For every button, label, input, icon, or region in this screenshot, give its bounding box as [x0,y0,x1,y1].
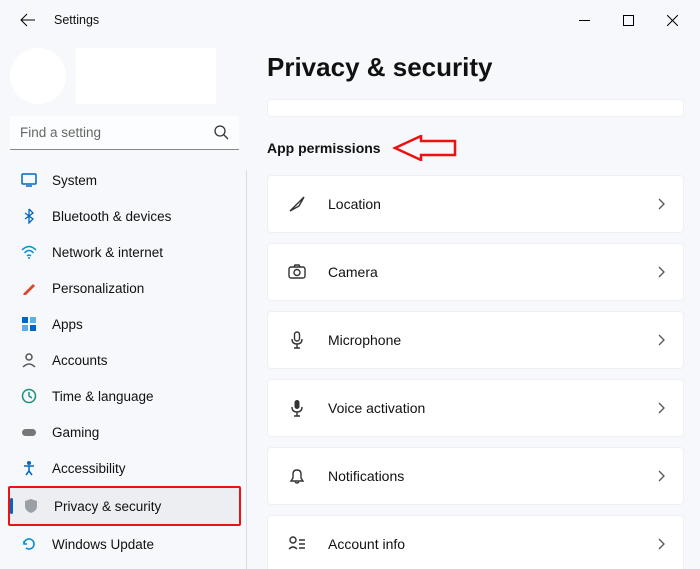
bluetooth-icon [20,207,38,225]
chevron-right-icon [655,334,667,346]
back-button[interactable] [14,6,42,34]
permission-label: Account info [328,536,655,552]
apps-icon [20,315,38,333]
sidebar-item-label: Privacy & security [54,499,161,514]
sidebar-item-windows-update[interactable]: Windows Update [8,526,241,562]
sidebar-item-label: Time & language [52,389,154,404]
minimize-button[interactable] [562,5,606,35]
annotation-arrow-icon [391,135,457,161]
sidebar-item-label: Accounts [52,353,108,368]
wifi-icon [20,243,38,261]
sidebar: System Bluetooth & devices Network & int… [0,40,247,569]
search-input[interactable] [10,116,239,150]
search-icon [213,124,229,140]
sidebar-item-accounts[interactable]: Accounts [8,342,241,378]
permission-item-voice-activation[interactable]: Voice activation [267,379,684,437]
profile-info [76,48,216,104]
section-label: App permissions [267,140,381,156]
sidebar-item-label: Network & internet [52,245,163,260]
permission-item-location[interactable]: Location [267,175,684,233]
notifications-icon [286,465,308,487]
chevron-right-icon [655,266,667,278]
chevron-right-icon [655,470,667,482]
sidebar-item-time-language[interactable]: Time & language [8,378,241,414]
accessibility-icon [20,459,38,477]
account-info-icon [286,533,308,555]
accounts-icon [20,351,38,369]
time-language-icon [20,387,38,405]
permission-item-microphone[interactable]: Microphone [267,311,684,369]
arrow-left-icon [20,12,36,28]
content-strip [267,99,684,117]
annotation-highlight-box: Privacy & security [8,486,241,526]
page-title: Privacy & security [267,52,684,83]
chevron-right-icon [655,198,667,210]
sidebar-item-label: Accessibility [52,461,126,476]
permission-label: Voice activation [328,400,655,416]
sidebar-item-label: Apps [52,317,83,332]
nav-list: System Bluetooth & devices Network & int… [8,162,247,562]
shield-icon [22,497,40,515]
sidebar-item-personalization[interactable]: Personalization [8,270,241,306]
sidebar-item-label: Personalization [52,281,144,296]
personalization-icon [20,279,38,297]
chevron-right-icon [655,538,667,550]
maximize-icon [623,15,634,26]
maximize-button[interactable] [606,5,650,35]
microphone-icon [286,329,308,351]
permission-label: Camera [328,264,655,280]
chevron-right-icon [655,402,667,414]
minimize-icon [579,15,590,26]
sidebar-item-gaming[interactable]: Gaming [8,414,241,450]
location-icon [286,193,308,215]
close-button[interactable] [650,5,694,35]
voice-activation-icon [286,397,308,419]
sidebar-item-label: Bluetooth & devices [52,209,171,224]
windows-update-icon [20,535,38,553]
profile-block [10,48,247,104]
permission-label: Location [328,196,655,212]
sidebar-item-system[interactable]: System [8,162,241,198]
permission-list: Location Camera Microphone Voice activat… [267,175,684,569]
gaming-icon [20,423,38,441]
permission-item-account-info[interactable]: Account info [267,515,684,569]
camera-icon [286,261,308,283]
avatar[interactable] [10,48,66,104]
section-header-row: App permissions [267,135,684,161]
search-box[interactable] [10,116,239,150]
sidebar-item-apps[interactable]: Apps [8,306,241,342]
permission-label: Notifications [328,468,655,484]
sidebar-item-network[interactable]: Network & internet [8,234,241,270]
sidebar-divider [246,170,247,569]
titlebar: Settings [0,0,700,40]
main-panel: Privacy & security App permissions Locat… [247,40,700,569]
sidebar-item-accessibility[interactable]: Accessibility [8,450,241,486]
permission-item-camera[interactable]: Camera [267,243,684,301]
sidebar-item-label: Gaming [52,425,99,440]
window-title: Settings [54,13,99,27]
sidebar-item-label: Windows Update [52,537,154,552]
permission-item-notifications[interactable]: Notifications [267,447,684,505]
sidebar-item-label: System [52,173,97,188]
system-icon [20,171,38,189]
permission-label: Microphone [328,332,655,348]
sidebar-item-bluetooth[interactable]: Bluetooth & devices [8,198,241,234]
sidebar-item-privacy-security[interactable]: Privacy & security [10,488,239,524]
close-icon [667,15,678,26]
